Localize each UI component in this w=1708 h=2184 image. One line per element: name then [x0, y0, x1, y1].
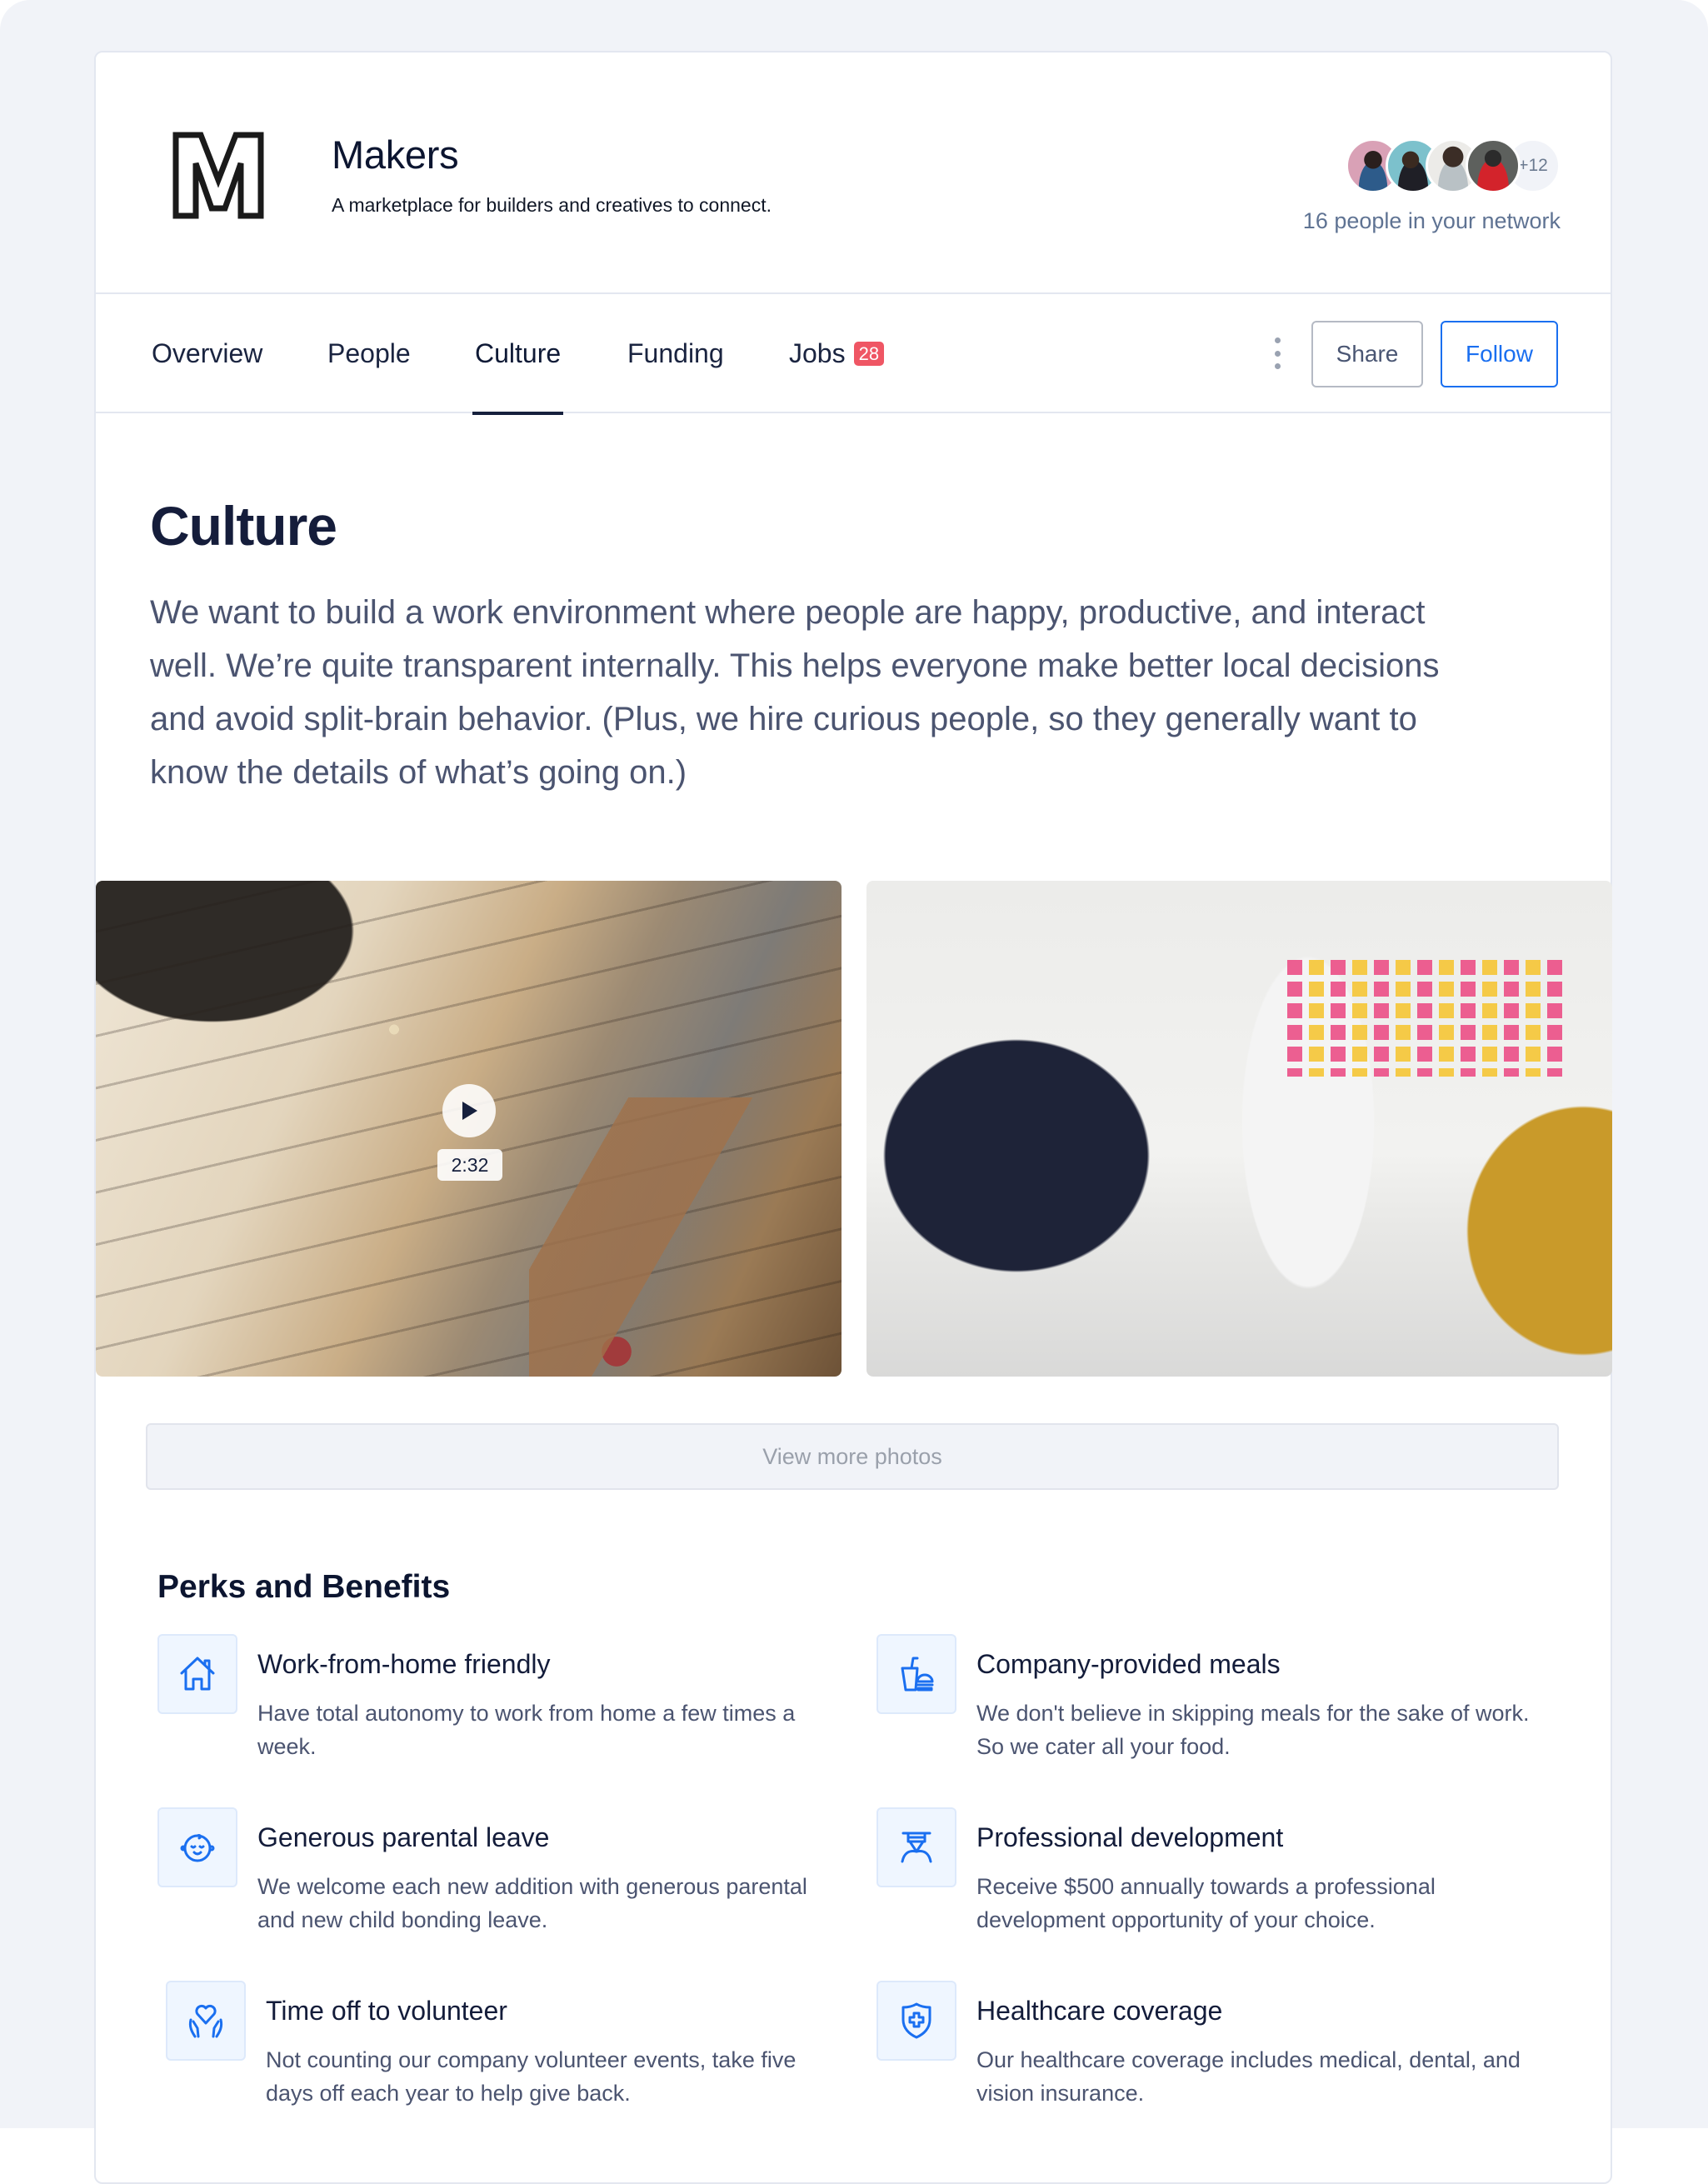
company-tagline: A marketplace for builders and creatives… — [332, 194, 772, 216]
makers-logo-icon — [172, 132, 264, 219]
tab-label: Jobs — [789, 338, 846, 368]
perk-item: Professional development Receive $500 an… — [876, 1807, 1560, 1949]
tab-funding[interactable]: Funding — [627, 294, 724, 413]
office-video-thumbnail[interactable]: 2:32 — [96, 881, 842, 1377]
tab-label: Overview — [152, 338, 263, 368]
perk-title: Professional development — [976, 1822, 1284, 1852]
perk-item: Company-provided meals We don't believe … — [876, 1634, 1560, 1776]
tab-label: People — [327, 338, 411, 368]
perk-item: Healthcare coverage Our healthcare cover… — [876, 1981, 1560, 2122]
company-tabs: Overview People Culture Funding Jobs 28 … — [96, 294, 1611, 415]
network-avatars[interactable]: +12 — [1346, 138, 1561, 193]
perk-description: Have total autonomy to work from home a … — [257, 1701, 796, 1759]
baby-icon — [157, 1807, 237, 1887]
perk-description: We don't believe in skipping meals for t… — [976, 1701, 1530, 1759]
jobs-count-badge: 28 — [853, 342, 885, 366]
photo-detail — [1287, 960, 1562, 1077]
culture-heading: Culture — [150, 495, 337, 557]
house-icon — [157, 1634, 237, 1714]
view-more-photos-button[interactable]: View more photos — [146, 1423, 1559, 1490]
culture-description: We want to build a work environment wher… — [150, 594, 1440, 791]
play-button[interactable] — [442, 1084, 496, 1137]
perk-title: Healthcare coverage — [976, 1996, 1223, 2026]
more-options-icon[interactable] — [1269, 334, 1286, 372]
tab-label: Culture — [475, 338, 562, 368]
perk-description: Not counting our company volunteer event… — [266, 2047, 797, 2106]
perk-title: Work-from-home friendly — [257, 1649, 551, 1679]
tab-jobs[interactable]: Jobs 28 — [789, 294, 885, 413]
perk-description: Our healthcare coverage includes medical… — [976, 2047, 1521, 2106]
heart-hands-icon — [166, 1981, 246, 2061]
health-shield-icon — [876, 1981, 956, 2061]
perk-title: Generous parental leave — [257, 1822, 550, 1852]
video-duration: 2:32 — [437, 1149, 502, 1181]
perk-item: Work-from-home friendly Have total auton… — [157, 1634, 841, 1776]
network-count-text[interactable]: 16 people in your network — [1303, 208, 1561, 234]
company-profile-card: Makers A marketplace for builders and cr… — [94, 51, 1612, 2184]
perk-item: Generous parental leave We welcome each … — [157, 1807, 841, 1949]
graduate-icon — [876, 1807, 956, 1887]
team-meeting-photo[interactable] — [866, 881, 1612, 1377]
page-background: Makers A marketplace for builders and cr… — [0, 0, 1708, 2184]
perks-heading: Perks and Benefits — [157, 1569, 451, 1605]
tab-people[interactable]: People — [327, 294, 411, 413]
perk-title: Time off to volunteer — [266, 1996, 507, 2026]
share-button[interactable]: Share — [1311, 321, 1423, 387]
follow-button[interactable]: Follow — [1441, 321, 1558, 387]
tab-label: Funding — [627, 338, 724, 368]
perk-description: We welcome each new addition with genero… — [257, 1874, 807, 1932]
play-icon — [462, 1102, 477, 1120]
perk-item: Time off to volunteer Not counting our c… — [166, 1981, 849, 2122]
company-header: Makers A marketplace for builders and cr… — [96, 52, 1611, 294]
tab-culture[interactable]: Culture — [472, 294, 564, 415]
meal-icon — [876, 1634, 956, 1714]
photo-detail — [529, 1097, 842, 1377]
perk-title: Company-provided meals — [976, 1649, 1281, 1679]
perk-description: Receive $500 annually towards a professi… — [976, 1874, 1436, 1932]
tab-overview[interactable]: Overview — [152, 294, 262, 413]
company-name: Makers — [332, 132, 459, 177]
avatar[interactable] — [1466, 138, 1521, 193]
